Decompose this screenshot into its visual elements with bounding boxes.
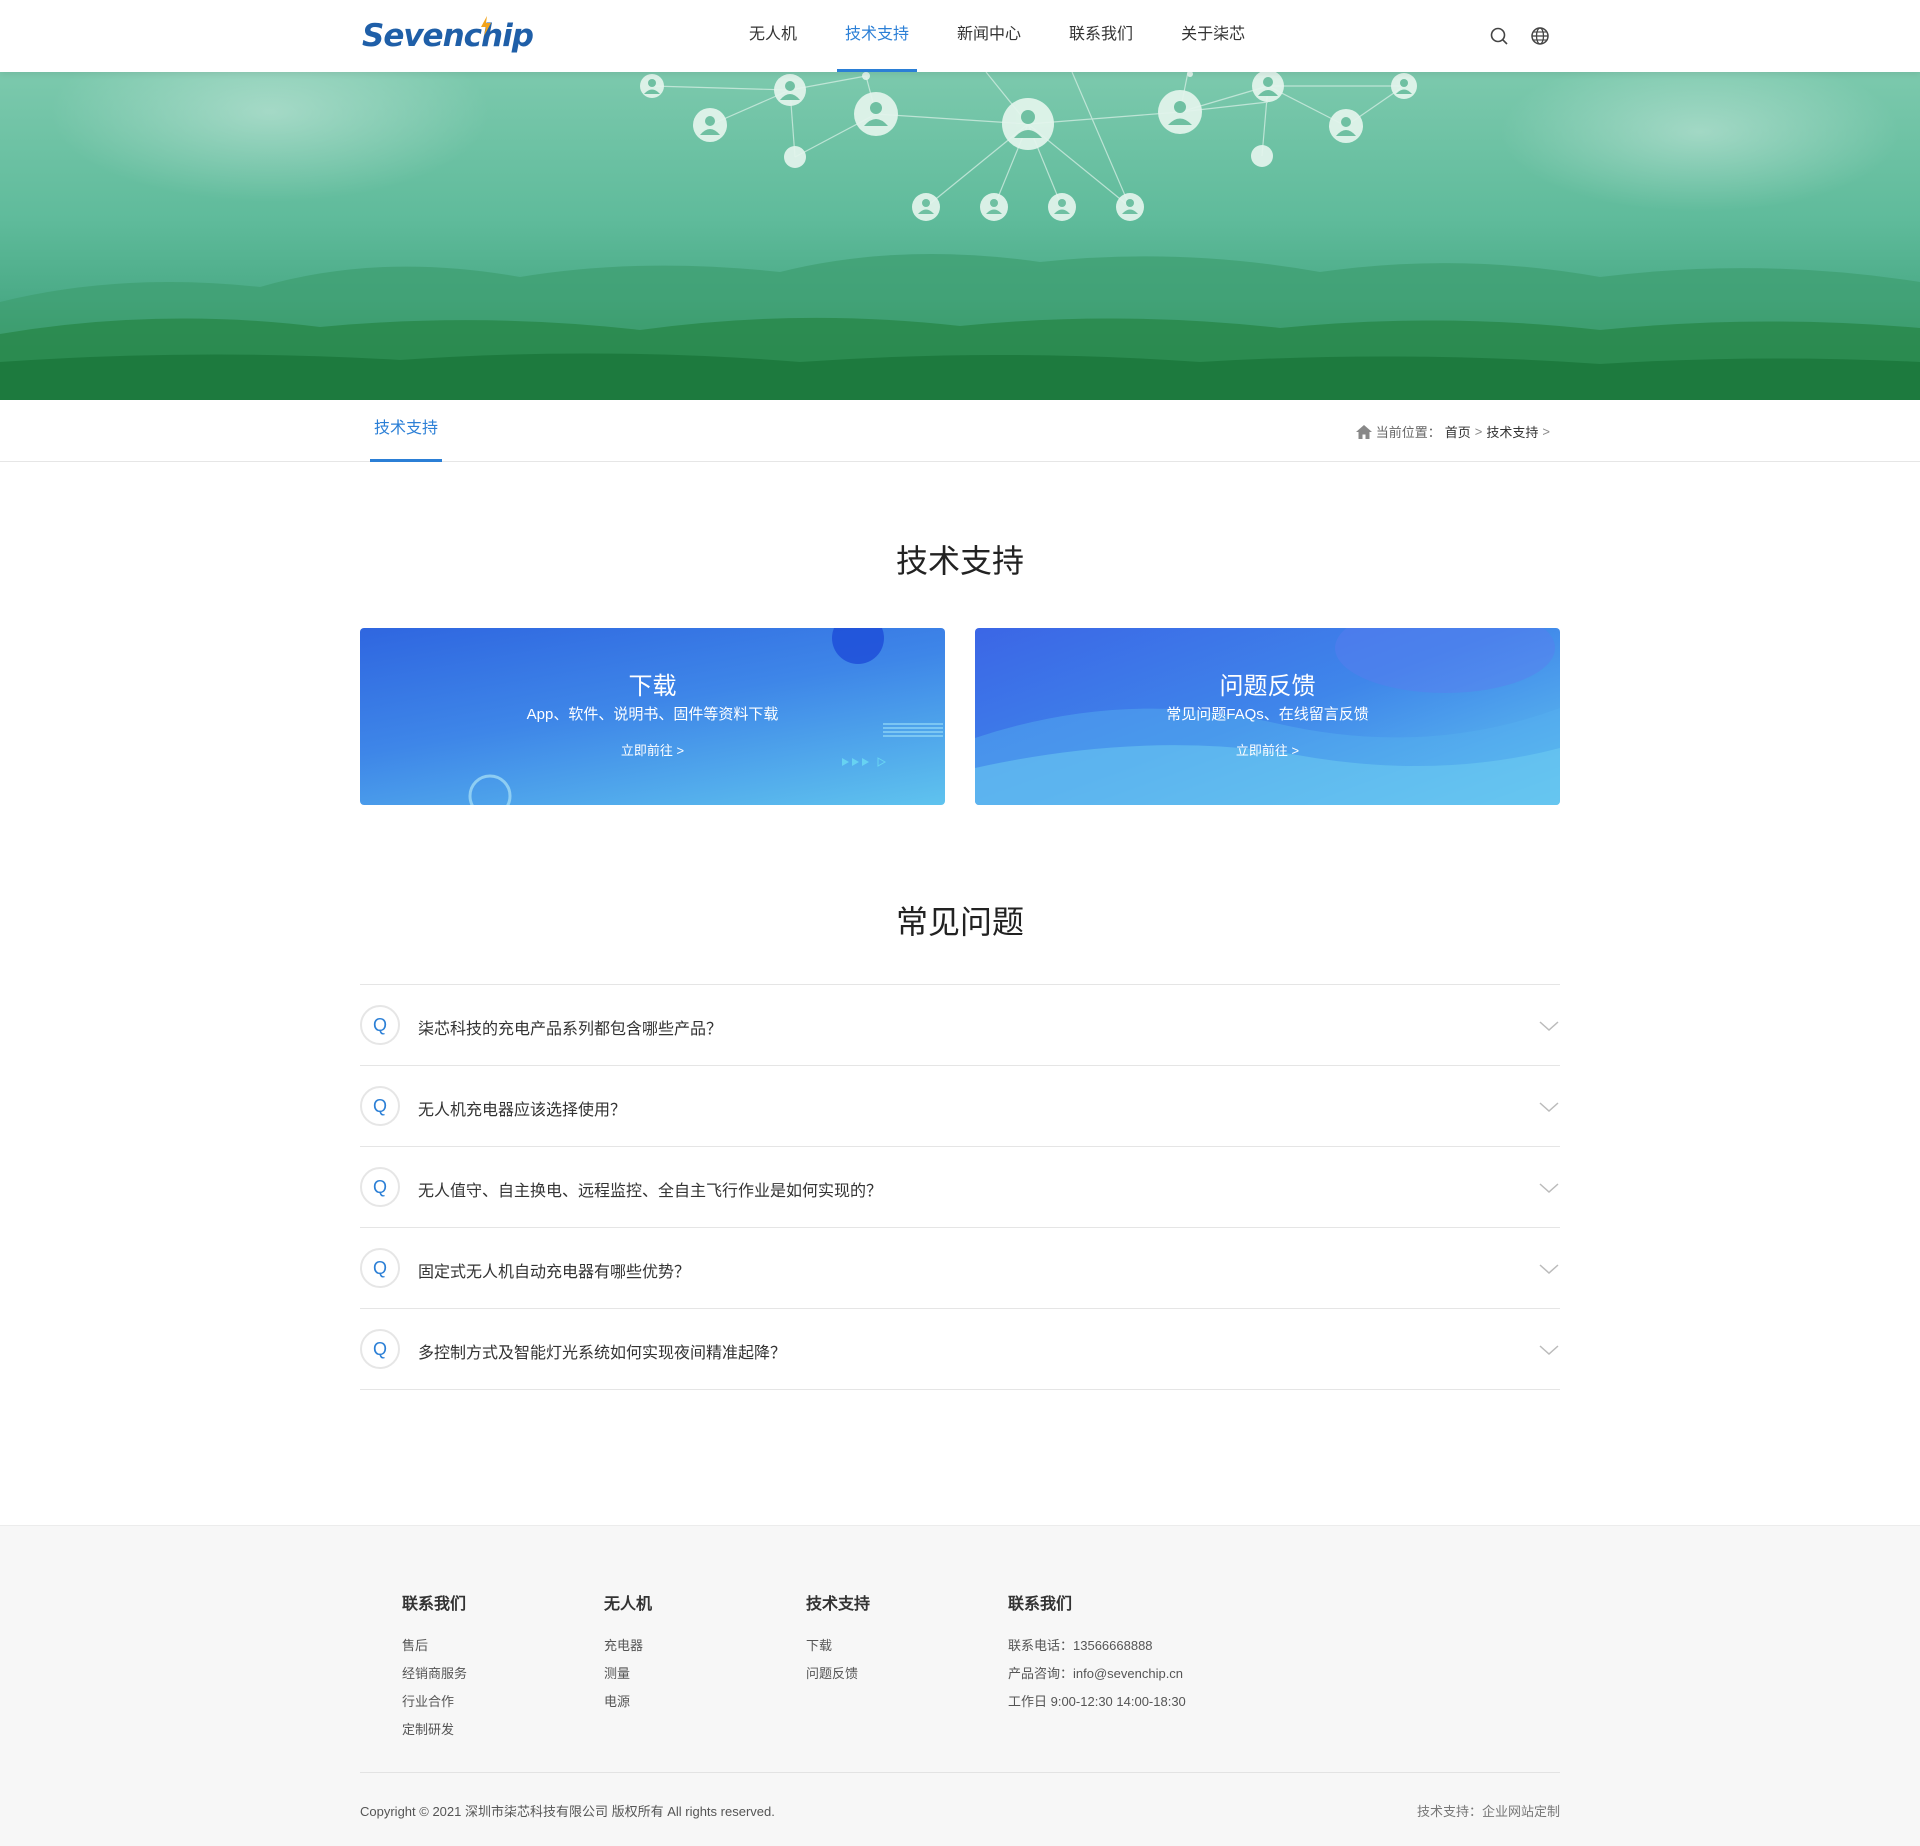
footer-link[interactable]: 售后 bbox=[402, 1632, 467, 1660]
footer-column-contact-info: 联系我们 联系电话：13566668888 产品咨询：info@sevenchi… bbox=[1008, 1590, 1186, 1716]
footer-link[interactable]: 行业合作 bbox=[402, 1688, 467, 1716]
faq-question[interactable]: 固定式无人机自动充电器有哪些优势？ bbox=[418, 1258, 690, 1282]
faq-item[interactable]: Q 柒芯科技的充电产品系列都包含哪些产品？ bbox=[360, 985, 1560, 1066]
faq-item[interactable]: Q 多控制方式及智能灯光系统如何实现夜间精准起降？ bbox=[360, 1309, 1560, 1390]
home-icon bbox=[1355, 424, 1372, 439]
working-hours: 工作日 9:00-12:30 14:00-18:30 bbox=[1008, 1694, 1186, 1709]
copyright: Copyright © 2021 深圳市柒芯科技有限公司 版权所有 All ri… bbox=[360, 1804, 775, 1819]
question-marker: Q bbox=[360, 1329, 400, 1369]
nav-item-news[interactable]: 新闻中心 bbox=[933, 0, 1045, 72]
breadcrumb: 当前位置： 首页 > 技术支持 > bbox=[1355, 422, 1550, 441]
card-description: App、软件、说明书、固件等资料下载 bbox=[526, 706, 779, 723]
chevron-down-icon[interactable] bbox=[1538, 1258, 1560, 1280]
chevron-down-icon[interactable] bbox=[1538, 1339, 1560, 1361]
faq-question[interactable]: 无人值守、自主换电、远程监控、全自主飞行作业是如何实现的？ bbox=[418, 1177, 882, 1201]
footer-column-drones: 无人机 充电器 测量 电源 bbox=[604, 1590, 652, 1716]
footer-column-title: 无人机 bbox=[604, 1596, 653, 1613]
lightning-icon bbox=[481, 16, 491, 36]
tab-tech-support[interactable]: 技术支持 bbox=[370, 400, 442, 462]
globe-icon[interactable] bbox=[1529, 25, 1551, 47]
site-header: Sevenchip 无人机 技术支持 新闻中心 联系我们 关于柒芯 bbox=[0, 0, 1920, 72]
nav-item-contact[interactable]: 联系我们 bbox=[1045, 0, 1157, 72]
breadcrumb-home[interactable]: 首页 bbox=[1445, 422, 1471, 441]
footer-link[interactable]: 充电器 bbox=[604, 1632, 652, 1660]
network-illustration bbox=[0, 72, 1920, 400]
search-icon[interactable] bbox=[1488, 25, 1510, 47]
footer-link[interactable]: 经销商服务 bbox=[402, 1660, 467, 1688]
faq-item[interactable]: Q 无人机充电器应该选择使用？ bbox=[360, 1066, 1560, 1147]
faq-item[interactable]: Q 固定式无人机自动充电器有哪些优势？ bbox=[360, 1228, 1560, 1309]
breadcrumb-current[interactable]: 技术支持 bbox=[1486, 422, 1538, 441]
logo-text: Sevenchip bbox=[362, 18, 534, 54]
card-link[interactable]: 立即前往 > bbox=[360, 740, 945, 759]
site-logo[interactable]: Sevenchip bbox=[362, 14, 534, 58]
question-marker: Q bbox=[360, 1248, 400, 1288]
sub-navigation: 技术支持 当前位置： 首页 > 技术支持 > bbox=[0, 400, 1920, 462]
faq-list: Q 柒芯科技的充电产品系列都包含哪些产品？ Q 无人机充电器应该选择使用？ Q … bbox=[360, 984, 1560, 1390]
faq-question[interactable]: 柒芯科技的充电产品系列都包含哪些产品？ bbox=[418, 1015, 722, 1039]
chevron-down-icon[interactable] bbox=[1538, 1177, 1560, 1199]
feedback-card[interactable]: 问题反馈 常见问题FAQs、在线留言反馈 立即前往 > bbox=[975, 628, 1560, 805]
question-marker: Q bbox=[360, 1167, 400, 1207]
hero-banner bbox=[0, 72, 1920, 400]
chevron-down-icon[interactable] bbox=[1538, 1096, 1560, 1118]
breadcrumb-separator: > bbox=[1542, 424, 1550, 439]
tech-support-credit[interactable]: 技术支持：企业网站定制 bbox=[1417, 1801, 1560, 1820]
nav-item-drones[interactable]: 无人机 bbox=[725, 0, 821, 72]
chevron-down-icon[interactable] bbox=[1538, 1015, 1560, 1037]
footer-column-title: 技术支持 bbox=[806, 1596, 871, 1613]
question-marker: Q bbox=[360, 1005, 400, 1045]
breadcrumb-prefix: 当前位置： bbox=[1375, 425, 1441, 440]
footer-link[interactable]: 电源 bbox=[604, 1688, 652, 1716]
footer-column-title: 联系我们 bbox=[1008, 1596, 1073, 1613]
card-link[interactable]: 立即前往 > bbox=[975, 740, 1560, 759]
footer-link[interactable]: 问题反馈 bbox=[806, 1660, 870, 1688]
breadcrumb-separator: > bbox=[1474, 424, 1483, 439]
main-nav: 无人机 技术支持 新闻中心 联系我们 关于柒芯 bbox=[725, 0, 1269, 72]
card-title: 问题反馈 bbox=[1219, 673, 1316, 700]
footer-link[interactable]: 下载 bbox=[806, 1632, 870, 1660]
footer-divider bbox=[360, 1772, 1560, 1773]
footer-link[interactable]: 测量 bbox=[604, 1660, 652, 1688]
contact-phone: 联系电话：13566668888 bbox=[1008, 1638, 1153, 1653]
card-description: 常见问题FAQs、在线留言反馈 bbox=[1166, 706, 1369, 723]
contact-email: 产品咨询：info@sevenchip.cn bbox=[1008, 1666, 1184, 1681]
support-title: 技术支持 bbox=[895, 543, 1024, 579]
faq-question[interactable]: 多控制方式及智能灯光系统如何实现夜间精准起降？ bbox=[418, 1339, 786, 1363]
footer-link[interactable]: 定制研发 bbox=[402, 1716, 467, 1744]
faq-question[interactable]: 无人机充电器应该选择使用？ bbox=[418, 1096, 626, 1120]
nav-item-tech-support[interactable]: 技术支持 bbox=[821, 0, 933, 72]
question-marker: Q bbox=[360, 1086, 400, 1126]
nav-item-about[interactable]: 关于柒芯 bbox=[1157, 0, 1269, 72]
footer-column-title: 联系我们 bbox=[402, 1596, 467, 1613]
faq-item[interactable]: Q 无人值守、自主换电、远程监控、全自主飞行作业是如何实现的？ bbox=[360, 1147, 1560, 1228]
site-footer: 联系我们 售后 经销商服务 行业合作 定制研发 无人机 充电器 测量 电源 技术… bbox=[0, 1525, 1920, 1846]
footer-column-support: 技术支持 下载 问题反馈 bbox=[806, 1590, 870, 1688]
card-title: 下载 bbox=[628, 673, 677, 700]
faq-title: 常见问题 bbox=[895, 904, 1024, 940]
footer-column-contact: 联系我们 售后 经销商服务 行业合作 定制研发 bbox=[402, 1590, 467, 1744]
download-card[interactable]: 下载 App、软件、说明书、固件等资料下载 立即前往 > bbox=[360, 628, 945, 805]
